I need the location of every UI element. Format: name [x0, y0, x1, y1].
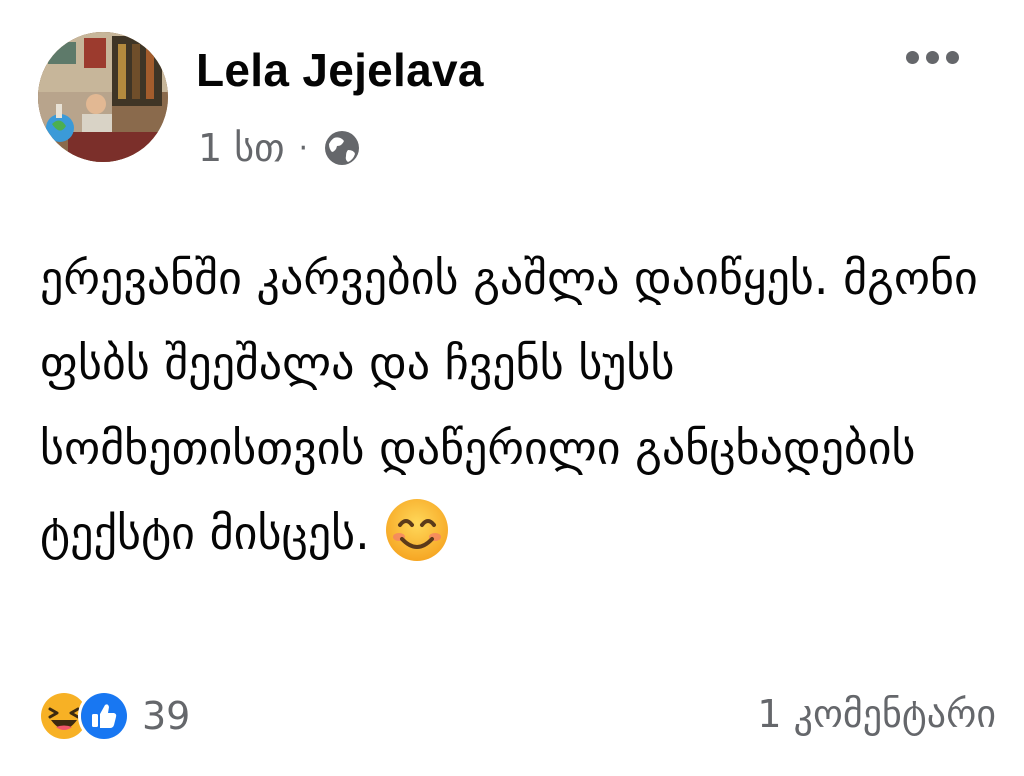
- more-dot: [906, 51, 919, 64]
- author-name[interactable]: Lela Jejelava: [196, 42, 484, 98]
- post-meta: 1 სთ ·: [198, 124, 362, 172]
- post-text: ერევანში კარვების გაშლა დაიწყეს. მგონი ფ…: [40, 251, 978, 560]
- post-timestamp[interactable]: 1 სთ: [198, 126, 285, 170]
- meta-separator: ·: [298, 130, 309, 166]
- post-body: ერევანში კარვების გაშლა დაიწყეს. მგონი ფ…: [40, 236, 1000, 576]
- reactions-summary[interactable]: 39: [38, 690, 190, 742]
- facebook-post: Lela Jejelava 1 სთ · ერევანში კარვების გ…: [0, 0, 1024, 776]
- more-dot: [946, 51, 959, 64]
- post-footer: 39 1 კომენტარი: [38, 684, 996, 744]
- globe-icon: [322, 128, 362, 168]
- reaction-count: 39: [142, 694, 191, 738]
- more-dot: [926, 51, 939, 64]
- smiling-face-emoji-icon: [384, 497, 450, 563]
- like-reaction-icon: [78, 690, 130, 742]
- more-options-icon[interactable]: [904, 42, 964, 72]
- author-avatar[interactable]: [38, 32, 168, 162]
- avatar-photo: [38, 32, 168, 162]
- post-header: Lela Jejelava 1 სთ ·: [38, 28, 988, 170]
- comments-count-link[interactable]: 1 კომენტარი: [757, 692, 996, 736]
